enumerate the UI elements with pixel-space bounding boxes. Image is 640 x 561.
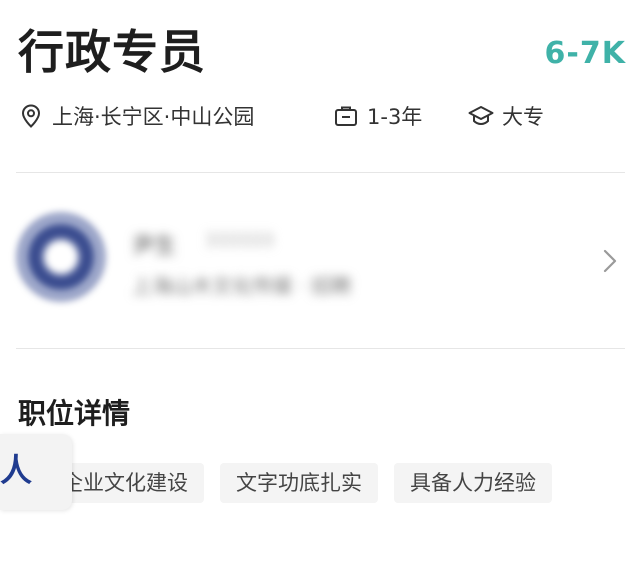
job-title: 行政专员 — [18, 25, 206, 79]
briefcase-icon — [335, 106, 357, 126]
floating-widget-char[interactable]: 人 — [0, 450, 32, 490]
section-title-job-details: 职位详情 — [18, 397, 131, 430]
company-name: 尹生 — [132, 234, 177, 259]
education-text: 大专 — [502, 105, 544, 129]
location-item: 上海·长宁区·中山公园 — [18, 101, 333, 131]
divider-bottom — [16, 348, 625, 349]
job-tag: 文字功底扎实 — [220, 463, 378, 503]
chevron-right-icon — [603, 249, 617, 273]
divider-top — [16, 172, 625, 173]
experience-item: 1-3年 — [333, 101, 468, 131]
education-item: 大专 — [468, 101, 544, 131]
experience-text: 1-3年 — [367, 105, 423, 129]
job-detail-page: 行政专员 6-7K 上海·长宁区·中山公园 1-3年 大专 尹生 333333 … — [0, 0, 640, 561]
job-tag: 具备人力经验 — [394, 463, 552, 503]
company-description: 上海山木文化传媒 · 招聘 — [132, 274, 352, 298]
company-logo — [18, 214, 104, 300]
location-text: 上海·长宁区·中山公园 — [52, 105, 255, 129]
company-extra-info: 333333 — [205, 230, 274, 251]
location-pin-icon — [21, 104, 41, 128]
salary: 6-7K — [544, 36, 626, 71]
company-card[interactable]: 尹生 333333 上海山木文化传媒 · 招聘 — [0, 192, 640, 332]
job-meta-row: 上海·长宁区·中山公园 1-3年 大专 — [18, 98, 544, 134]
graduation-cap-icon — [468, 106, 494, 126]
job-tags: 企业文化建设 文字功底扎实 具备人力经验 — [0, 462, 568, 504]
